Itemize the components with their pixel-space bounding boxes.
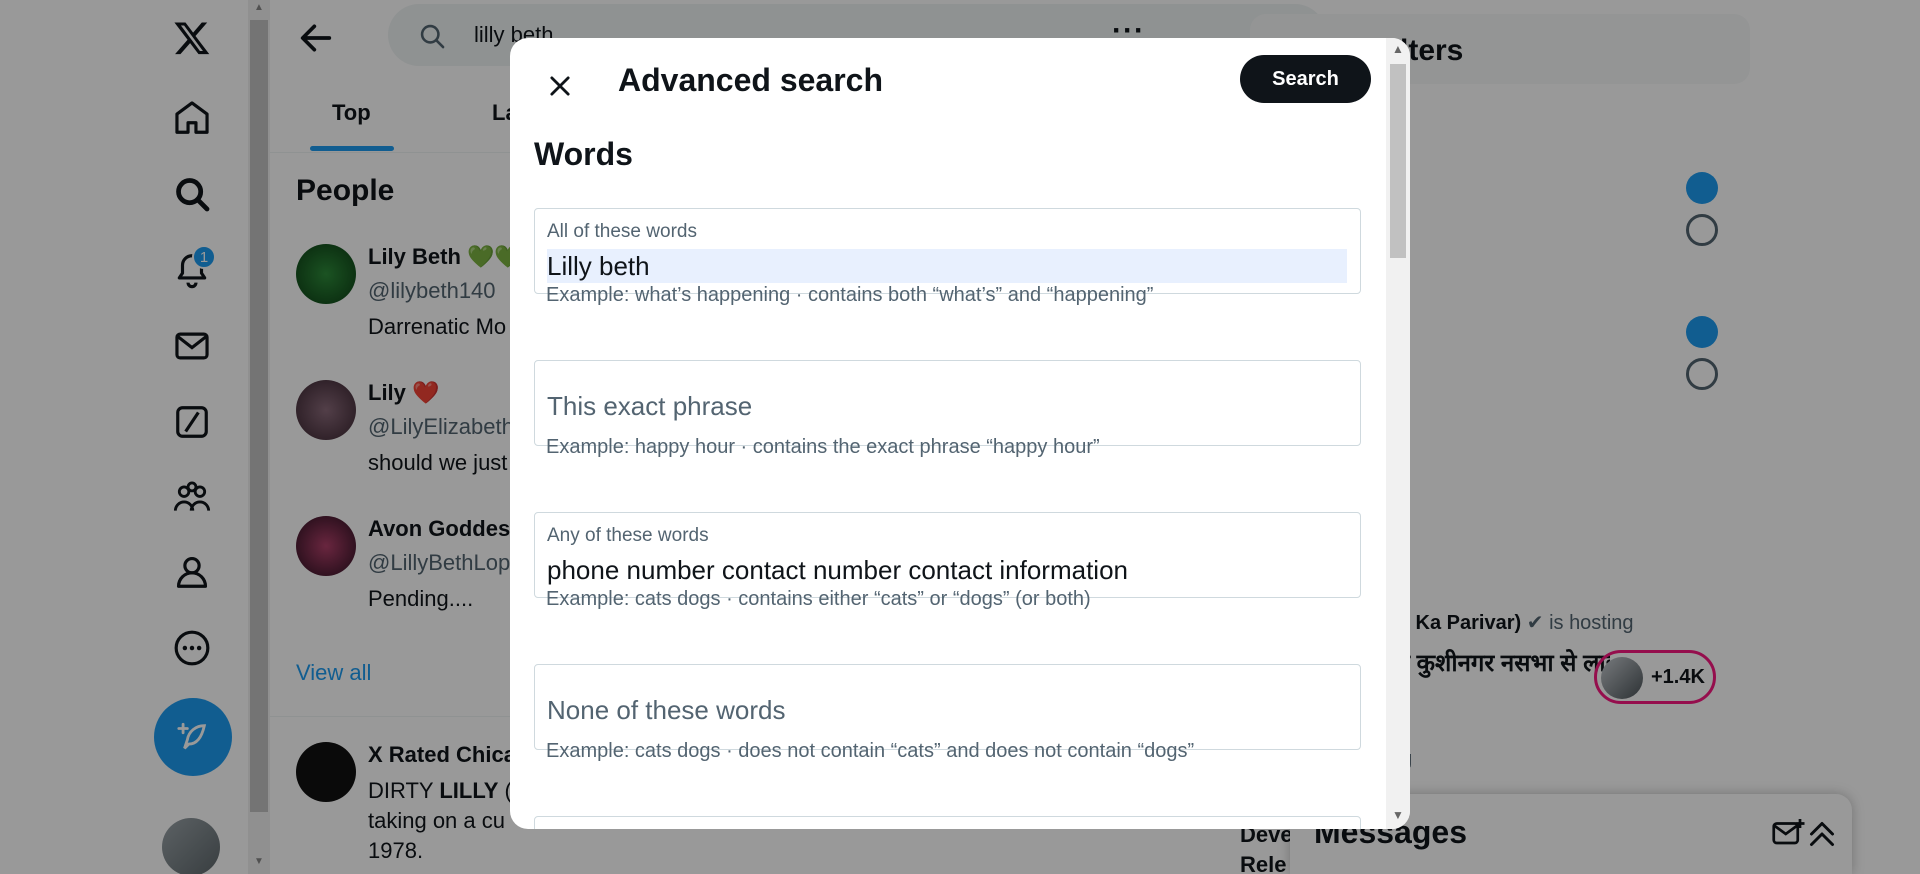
field-label: All of these words xyxy=(547,221,697,242)
section-heading-words: Words xyxy=(534,136,633,172)
field-hint: Example: cats dogs · contains either “ca… xyxy=(546,588,1091,610)
scroll-down-arrow-icon[interactable]: ▼ xyxy=(1392,808,1404,822)
exact-phrase-placeholder: This exact phrase xyxy=(547,391,753,421)
field-hint: Example: cats dogs · does not contain “c… xyxy=(546,740,1195,762)
search-button[interactable]: Search xyxy=(1240,55,1371,103)
any-words-input[interactable]: phone number contact number contact info… xyxy=(547,553,1347,587)
scrollbar-thumb[interactable] xyxy=(1390,64,1406,258)
close-button[interactable] xyxy=(534,60,586,112)
all-words-input[interactable]: Lilly beth xyxy=(547,249,1347,283)
field-hint: Example: what’s happening · contains bot… xyxy=(546,284,1154,306)
none-words-field[interactable]: None of these words xyxy=(534,664,1361,750)
advanced-search-dialog: Advanced search Search Words All of thes… xyxy=(510,38,1410,829)
close-icon xyxy=(550,76,570,96)
field-label: Any of these words xyxy=(547,525,709,546)
page: 1 ▲ ▼ lilly beth ··· Top La People Lily … xyxy=(0,0,1920,874)
next-field-partial[interactable] xyxy=(534,816,1361,829)
scroll-up-arrow-icon[interactable]: ▲ xyxy=(1392,42,1404,56)
all-words-field[interactable]: All of these words Lilly beth xyxy=(534,208,1361,294)
exact-phrase-field[interactable]: This exact phrase xyxy=(534,360,1361,446)
any-words-field[interactable]: Any of these words phone number contact … xyxy=(534,512,1361,598)
dialog-title: Advanced search xyxy=(618,62,884,98)
dialog-scrollbar[interactable]: ▲ ▼ xyxy=(1386,38,1410,829)
field-hint: Example: happy hour · contains the exact… xyxy=(546,436,1100,458)
none-words-placeholder: None of these words xyxy=(547,695,786,725)
